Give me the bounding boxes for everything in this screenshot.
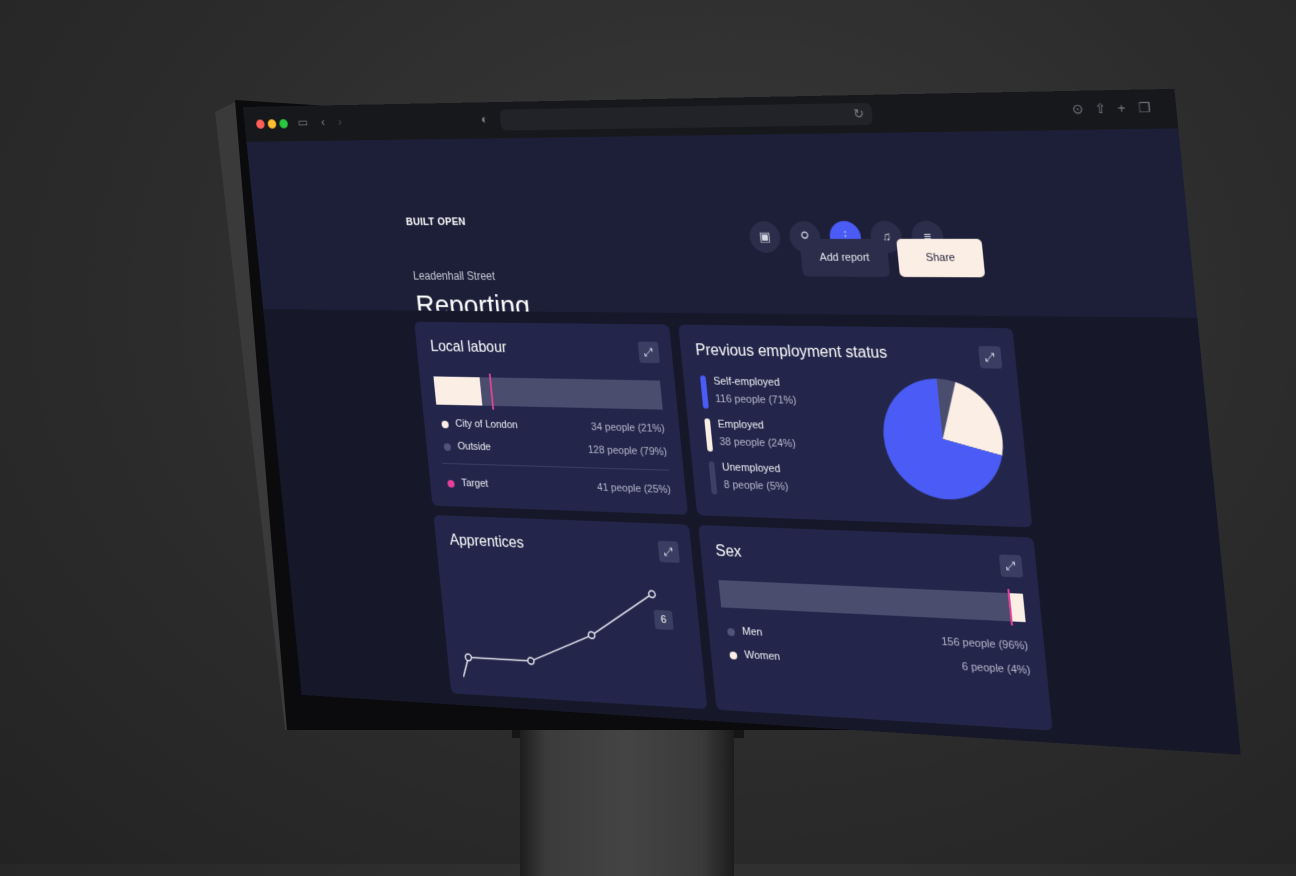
row-value-target: 41 people (25%) — [596, 481, 672, 496]
briefcase-nav-button[interactable]: ▣ — [748, 221, 782, 253]
expand-icon[interactable]: ⤢ — [978, 346, 1003, 369]
row-label-target: Target — [460, 477, 489, 490]
screen: ▭ ‹ › ◐ ↻ ⊙ ⇧ + ❐ BUILT OPEN Leadenhall … — [243, 88, 1241, 755]
share-button[interactable]: Share — [896, 238, 986, 278]
address-bar[interactable]: ↻ — [499, 102, 874, 131]
divider — [442, 462, 669, 471]
back-icon[interactable]: ‹ — [320, 115, 325, 129]
expand-icon[interactable]: ⤢ — [657, 540, 680, 563]
row-label-unemployed: Unemployed — [721, 461, 781, 476]
card-title: Apprentices — [448, 532, 525, 552]
row-value-men: 156 people (96%) — [940, 635, 1029, 653]
download-icon[interactable]: ⊙ — [1071, 101, 1084, 118]
breadcrumb[interactable]: Leadenhall Street — [412, 269, 495, 283]
card-title: Local labour — [429, 338, 508, 356]
row-label-city: City of London — [454, 418, 519, 432]
row-label-outside: Outside — [457, 440, 492, 454]
reload-icon[interactable]: ↻ — [853, 106, 865, 122]
monitor: ▭ ‹ › ◐ ↻ ⊙ ⇧ + ❐ BUILT OPEN Leadenhall … — [0, 0, 1296, 864]
row-value-women: 6 people (4%) — [961, 661, 1032, 677]
legend-dot-city — [441, 420, 449, 429]
legend-dot-target — [447, 479, 455, 488]
add-report-button[interactable]: Add report — [799, 238, 891, 277]
legend-dot-women — [729, 651, 738, 660]
report-grid: Local labour ⤢ City of London 34 people … — [263, 309, 1241, 755]
shield-icon: ◐ — [480, 111, 489, 127]
last-value-badge: 6 — [653, 609, 674, 631]
apprentices-point-1[interactable] — [527, 658, 534, 665]
app-header: BUILT OPEN Leadenhall Street Reporting ▣… — [246, 128, 1198, 322]
row-value-employed: 38 people (24%) — [719, 436, 797, 451]
row-label-self-employed: Self-employed — [712, 375, 781, 389]
employed-indicator — [704, 418, 714, 452]
local-labour-card: Local labour ⤢ City of London 34 people … — [414, 321, 688, 515]
apprentices-point-2[interactable] — [588, 632, 595, 639]
share-page-icon[interactable]: ⇧ — [1094, 101, 1107, 118]
local-labour-bar — [433, 373, 663, 410]
unemployed-indicator — [708, 461, 718, 495]
apprentices-card: Apprentices ⤢ 6 — [433, 514, 708, 710]
forward-icon[interactable]: › — [337, 114, 342, 128]
local-labour-bar-fill — [433, 376, 483, 406]
sex-bar — [718, 580, 1026, 626]
sex-card: Sex ⤢ Men 156 people (96%) Women 6 peopl… — [698, 524, 1053, 731]
maximize-window-button[interactable] — [279, 119, 289, 129]
row-label-employed: Employed — [717, 418, 765, 432]
employment-status-card: Previous employment status ⤢ Self-employ… — [678, 324, 1033, 528]
tabs-overview-icon[interactable]: ❐ — [1138, 100, 1152, 117]
row-value-self-employed: 116 people (71%) — [714, 393, 798, 407]
row-value-outside: 128 people (79%) — [587, 444, 668, 459]
legend-dot-men — [726, 628, 736, 637]
apprentices-line-chart — [453, 568, 692, 695]
apprentices-series-line — [454, 585, 661, 689]
close-window-button[interactable] — [255, 119, 265, 129]
row-value-unemployed: 8 people (5%) — [723, 479, 790, 494]
apprentices-point-0[interactable] — [465, 654, 472, 661]
self-employed-indicator — [699, 375, 709, 409]
legend-dot-outside — [443, 443, 452, 451]
row-label-women: Women — [743, 649, 781, 663]
apprentices-point-3[interactable] — [648, 591, 655, 598]
employment-pie-chart — [877, 377, 1007, 502]
briefcase-icon: ▣ — [758, 229, 772, 244]
minimize-window-button[interactable] — [267, 119, 277, 129]
target-marker — [488, 373, 494, 410]
card-title: Previous employment status — [694, 342, 888, 362]
sidebar-toggle-icon[interactable]: ▭ — [297, 115, 309, 130]
brand-logo[interactable]: BUILT OPEN — [405, 216, 466, 227]
row-value-city: 34 people (21%) — [590, 421, 666, 435]
card-title: Sex — [714, 543, 743, 561]
new-tab-icon[interactable]: + — [1117, 100, 1126, 116]
row-label-men: Men — [741, 625, 763, 639]
expand-icon[interactable]: ⤢ — [637, 341, 660, 364]
expand-icon[interactable]: ⤢ — [998, 554, 1024, 578]
